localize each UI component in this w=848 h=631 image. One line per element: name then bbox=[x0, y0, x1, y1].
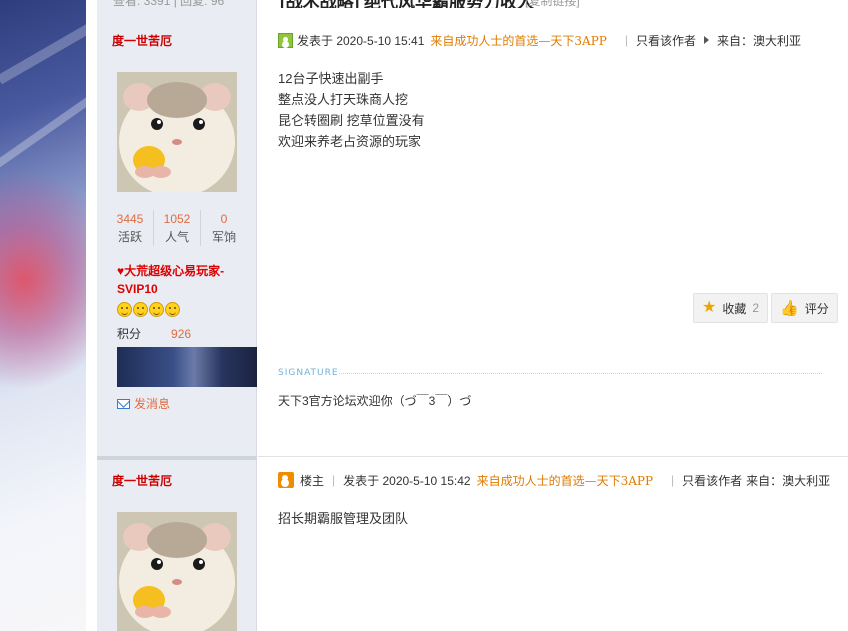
post-content: 招长期霸服管理及团队 bbox=[278, 508, 408, 529]
points-label: 积分 bbox=[117, 327, 142, 341]
post-meta: 发表于 2020-5-10 15:41 来自成功人士的首选—天下3APP | 只… bbox=[278, 30, 801, 50]
rate-button[interactable]: 👍 评分 bbox=[771, 293, 838, 323]
author-stats: 3445 活跃 1052 人气 0 军饷 bbox=[107, 210, 247, 246]
content-line: 欢迎来养老占资源的玩家 bbox=[278, 134, 422, 149]
avatar[interactable] bbox=[117, 512, 237, 631]
stat-number: 3445 bbox=[116, 212, 144, 226]
background-flower bbox=[0, 170, 98, 390]
content-line: 昆仑转圈刷 挖草位置没有 bbox=[278, 113, 425, 128]
background-streak bbox=[0, 5, 98, 85]
user-group[interactable]: ♥大荒超级心易玩家-SVIP10 bbox=[117, 262, 247, 298]
stat-number: 1052 bbox=[163, 212, 191, 226]
arrow-right-icon[interactable] bbox=[704, 36, 710, 44]
smiley-icon bbox=[117, 302, 132, 317]
divider: | bbox=[624, 33, 628, 47]
smiley-icon bbox=[149, 302, 164, 317]
content-line: 整点没人打天珠商人挖 bbox=[278, 92, 409, 107]
medal-banner bbox=[117, 347, 257, 387]
thread-owner-icon bbox=[278, 472, 294, 488]
stat-label: 人气 bbox=[164, 230, 189, 244]
thumbs-up-icon: 👍 bbox=[780, 299, 799, 317]
stat-popularity[interactable]: 1052 人气 bbox=[154, 210, 201, 246]
post-meta: 楼主 | 发表于 2020-5-10 15:42 来自成功人士的首选—天下3AP… bbox=[278, 470, 830, 490]
online-status-icon bbox=[278, 32, 293, 48]
post-time: 发表于 2020-5-10 15:42 bbox=[343, 473, 471, 488]
stat-number: 0 bbox=[220, 212, 228, 226]
rank-stars bbox=[117, 302, 180, 317]
stat-label: 军饷 bbox=[211, 230, 236, 244]
owner-label: 楼主 bbox=[300, 473, 325, 488]
rate-label: 评分 bbox=[804, 301, 829, 316]
from-app-link[interactable]: 来自成功人士的首选—天下3APP bbox=[477, 472, 653, 489]
post-content: 12台子快速出副手 整点没人打天珠商人挖 昆仑转圈刷 挖草位置没有 欢迎来养老占… bbox=[278, 68, 425, 152]
favorite-button[interactable]: ★ 收藏 2 bbox=[693, 293, 769, 323]
divider: | bbox=[332, 473, 336, 487]
divider: | bbox=[671, 473, 675, 487]
points-value: 926 bbox=[171, 327, 192, 341]
send-message-label: 发消息 bbox=[134, 397, 171, 411]
signature-label: SIGNATURE bbox=[278, 368, 339, 378]
post-source: 来自：澳大利亚 bbox=[717, 33, 802, 48]
post-author-name[interactable]: 度一世苦厄 bbox=[112, 32, 172, 49]
favorite-label: 收藏 bbox=[722, 301, 747, 316]
smiley-icon bbox=[165, 302, 180, 317]
stat-label: 活跃 bbox=[117, 230, 142, 244]
post-2: 度一世苦厄 楼主 | 发表于 2020-5-10 15:42 来自成功人士的首选… bbox=[97, 460, 848, 631]
smiley-icon bbox=[133, 302, 148, 317]
hamster-avatar-image bbox=[117, 72, 237, 192]
stat-pay[interactable]: 0 军饷 bbox=[201, 210, 247, 246]
mail-icon bbox=[117, 398, 130, 409]
post-author-name[interactable]: 度一世苦厄 bbox=[112, 472, 172, 489]
signature-text: 天下3官方论坛欢迎你（づ￣3￣）づ bbox=[278, 394, 472, 408]
points-row: 积分 926 bbox=[117, 325, 191, 342]
background-streak bbox=[0, 77, 98, 171]
send-message-link[interactable]: 发消息 bbox=[117, 395, 170, 412]
hamster-avatar-image bbox=[117, 512, 237, 631]
avatar[interactable] bbox=[117, 72, 237, 192]
page-background bbox=[0, 0, 98, 631]
post-source: 来自：澳大利亚 bbox=[746, 473, 831, 488]
favorite-count: 2 bbox=[752, 301, 760, 315]
content-line: 招长期霸服管理及团队 bbox=[278, 511, 409, 526]
only-author-link[interactable]: 只看该作者 bbox=[682, 472, 742, 489]
only-author-link[interactable]: 只看该作者 bbox=[636, 32, 696, 49]
gutter bbox=[86, 0, 97, 631]
post-1: 度一世苦厄 3445 活跃 1052 人气 0 军饷 ♥大荒超级心易玩家-SVI… bbox=[97, 0, 848, 455]
stat-activity[interactable]: 3445 活跃 bbox=[107, 210, 154, 246]
from-app-link[interactable]: 来自成功人士的首选—天下3APP bbox=[430, 32, 606, 49]
signature-divider bbox=[339, 373, 822, 374]
post-separator bbox=[258, 456, 848, 457]
content-line: 12台子快速出副手 bbox=[278, 71, 384, 86]
post-time: 发表于 2020-5-10 15:41 bbox=[297, 33, 425, 48]
star-icon: ★ bbox=[702, 299, 717, 316]
